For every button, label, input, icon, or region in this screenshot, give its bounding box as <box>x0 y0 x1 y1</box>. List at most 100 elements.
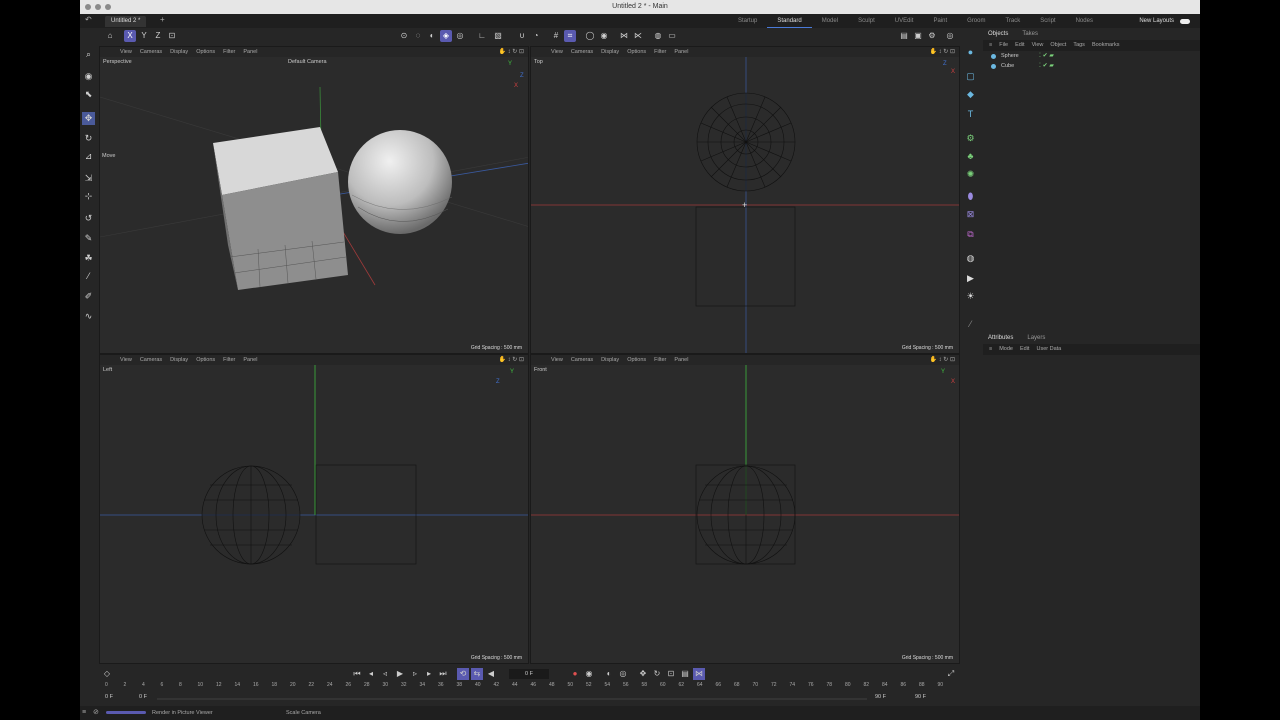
range-icon[interactable]: ⇆ <box>471 668 483 680</box>
coord-toggle-y[interactable]: Y <box>138 30 150 42</box>
tab-attributes[interactable]: Attributes <box>988 332 1013 344</box>
step-forward-icon[interactable]: ▹ <box>409 668 421 680</box>
layout-tab-startup[interactable]: Startup <box>728 14 767 28</box>
light-icon[interactable]: ☀ <box>964 290 977 303</box>
timeline-end-field[interactable]: 90 F <box>915 694 926 700</box>
points-mode-icon[interactable]: ⊙ <box>398 30 410 42</box>
menu-filter[interactable]: Filter <box>223 355 235 365</box>
layout-tab-script[interactable]: Script <box>1030 14 1065 28</box>
object-name-sphere[interactable]: Sphere <box>1001 51 1019 61</box>
viewport-left[interactable]: ≡ View Cameras Display Options Filter Pa… <box>99 354 529 664</box>
menu-panel[interactable]: Panel <box>674 47 688 57</box>
timeline-expand-icon[interactable]: ⤢ <box>945 668 957 680</box>
play-icon[interactable]: ▶ <box>394 668 406 680</box>
visibility-check-icon[interactable]: ⁚ ✔ ▰ <box>1039 61 1054 71</box>
coord-toggle-z[interactable]: Z <box>152 30 164 42</box>
menu-panel[interactable]: Panel <box>243 47 257 57</box>
environment-icon[interactable]: ◍ <box>964 252 977 265</box>
timeline-start-field[interactable]: 0 F <box>105 694 113 700</box>
scale-key-icon[interactable]: ⊡ <box>665 668 677 680</box>
layout-tab-standard[interactable]: Standard <box>767 14 812 28</box>
menu-panel[interactable]: Panel <box>243 355 257 365</box>
camera-icon[interactable]: ▶ <box>964 272 977 285</box>
move-tool-icon[interactable]: ✥ <box>82 112 95 125</box>
rotation-key-icon[interactable]: ↻ <box>651 668 663 680</box>
render-view-icon[interactable]: ▤ <box>898 30 910 42</box>
transfer-icon[interactable]: ⇲ <box>82 172 95 185</box>
object-name-cube[interactable]: Cube <box>1001 61 1014 71</box>
axis-mode-icon[interactable]: ∟ <box>476 30 488 42</box>
search-icon[interactable]: ⌕ <box>82 48 95 61</box>
menu-cameras[interactable]: Cameras <box>571 47 593 57</box>
generator-icon[interactable]: ⚙ <box>964 132 977 145</box>
sound-icon[interactable]: ◀ <box>485 668 497 680</box>
snap-settings-icon[interactable]: ◔ <box>530 30 542 42</box>
window-controls[interactable] <box>85 4 111 10</box>
layout-tab-nodes[interactable]: Nodes <box>1066 14 1103 28</box>
pla-key-icon[interactable]: ⋈ <box>693 668 705 680</box>
status-menu-icon[interactable]: ≡ <box>82 706 86 720</box>
paint-icon[interactable]: ☘ <box>82 252 95 265</box>
viewport-perspective[interactable]: ≡ View Cameras Display Options Filter Pa… <box>99 46 529 354</box>
camera-label[interactable]: Default Camera <box>288 59 327 65</box>
render-picture-icon[interactable]: ▣ <box>912 30 924 42</box>
mirror-icon[interactable]: ⋉ <box>632 30 644 42</box>
menu-options[interactable]: Options <box>196 355 215 365</box>
menu-options[interactable]: Options <box>196 47 215 57</box>
viewport-top[interactable]: ≡ View Cameras Display Options Filter Pa… <box>530 46 960 354</box>
texture-mode-icon[interactable]: ▧ <box>492 30 504 42</box>
render-icon[interactable]: ⌂ <box>104 30 116 42</box>
object-mode-icon[interactable]: ◎ <box>454 30 466 42</box>
layout-tab-track[interactable]: Track <box>995 14 1030 28</box>
objects-menu-edit[interactable]: Edit <box>1015 40 1024 51</box>
lasso-icon[interactable]: ↺ <box>82 212 95 225</box>
autokey-icon[interactable]: ◉ <box>583 668 595 680</box>
menu-panel[interactable]: Panel <box>674 355 688 365</box>
objects-menu-tags[interactable]: Tags <box>1073 40 1085 51</box>
text-icon[interactable]: T <box>964 108 977 121</box>
motion-icon[interactable]: ◎ <box>617 668 629 680</box>
edit-icon[interactable]: ⁄ <box>964 318 977 331</box>
menu-view[interactable]: View <box>551 355 563 365</box>
menu-display[interactable]: Display <box>170 355 188 365</box>
menu-options[interactable]: Options <box>627 355 646 365</box>
keyframe-icon[interactable]: ◇ <box>101 668 113 680</box>
prev-key-icon[interactable]: ◂ <box>365 668 377 680</box>
coordinate-system-icon[interactable]: ⊡ <box>166 30 178 42</box>
tab-layers[interactable]: Layers <box>1027 332 1045 344</box>
keyframe-selection-icon[interactable]: ◐ <box>603 668 615 680</box>
coord-toggle-x[interactable]: X <box>124 30 136 42</box>
layout-tab-paint[interactable]: Paint <box>923 14 957 28</box>
pen-icon[interactable]: ✐ <box>82 290 95 303</box>
deformer-icon[interactable]: ✺ <box>964 168 977 181</box>
attributes-menu-icon[interactable]: ≡ <box>989 344 992 355</box>
attributes-menu-mode[interactable]: Mode <box>999 344 1013 355</box>
layout-tab-model[interactable]: Model <box>812 14 848 28</box>
attributes-menu-edit[interactable]: Edit <box>1020 344 1029 355</box>
list-item[interactable]: Cube ⁚ ✔ ▰ <box>983 61 1200 71</box>
scale-tool-icon[interactable]: ⊿ <box>82 150 95 163</box>
model-mode-icon[interactable]: ◈ <box>440 30 452 42</box>
menu-view[interactable]: View <box>551 47 563 57</box>
tab-takes[interactable]: Takes <box>1022 28 1038 40</box>
locked-icon[interactable]: ◯ <box>584 30 596 42</box>
viewport-nav-icons[interactable]: ✋ ↕ ↻ ⊡ <box>929 48 955 55</box>
new-tab-button[interactable]: + <box>160 15 165 24</box>
goto-end-icon[interactable]: ⏭ <box>437 668 449 680</box>
record-icon[interactable]: ● <box>569 668 581 680</box>
menu-display[interactable]: Display <box>170 47 188 57</box>
symmetry-icon[interactable]: ⋈ <box>618 30 630 42</box>
param-key-icon[interactable]: ▤ <box>679 668 691 680</box>
align-icon[interactable]: ⊹ <box>82 190 95 203</box>
objects-menu-bookmarks[interactable]: Bookmarks <box>1092 40 1120 51</box>
menu-display[interactable]: Display <box>601 47 619 57</box>
tab-objects[interactable]: Objects <box>988 28 1008 40</box>
spline-rect-icon[interactable]: ▢ <box>964 70 977 83</box>
timeline-ruler[interactable]: 0 2 4 6 8 10 12 14 16 18 20 22 24 26 28 … <box>105 682 955 692</box>
select-icon[interactable]: ⬉ <box>82 88 95 101</box>
objects-menu-view[interactable]: View <box>1032 40 1044 51</box>
menu-filter[interactable]: Filter <box>654 355 666 365</box>
menu-filter[interactable]: Filter <box>654 47 666 57</box>
volume-icon[interactable]: ⧉ <box>964 228 977 241</box>
null-object-icon[interactable]: ● <box>964 46 977 59</box>
